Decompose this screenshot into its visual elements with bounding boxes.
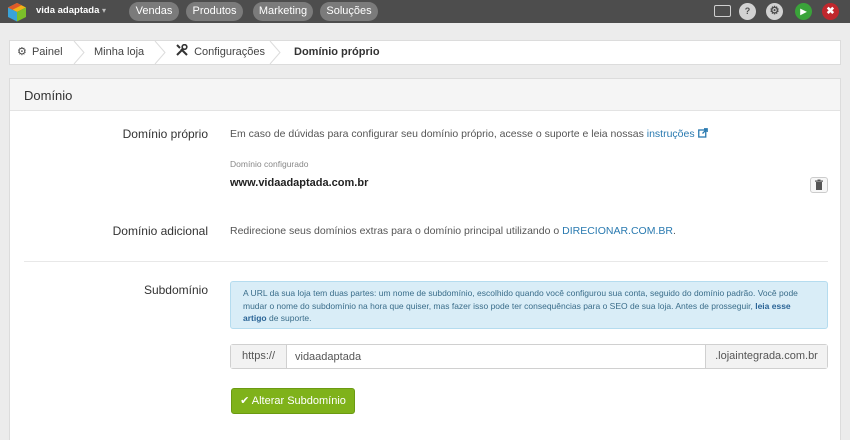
play-icon[interactable]: ▶ [795, 3, 812, 20]
domain-panel: Domínio Domínio próprio Em caso de dúvid… [9, 78, 841, 440]
check-icon: ✔ [240, 395, 250, 407]
alert-suffix: de suporte. [266, 313, 312, 323]
domain-suffix: .lojaintegrada.com.br [705, 345, 827, 368]
tools-icon [176, 43, 188, 56]
breadcrumb-dominio-proprio: Domínio próprio [294, 46, 380, 58]
panel-header: Domínio [10, 79, 840, 111]
button-label: Alterar Subdomínio [251, 395, 346, 407]
external-link-icon[interactable] [697, 128, 708, 138]
store-name[interactable]: vida adaptada [36, 5, 99, 16]
dominio-proprio-text: Em caso de dúvidas para configurar seu d… [230, 128, 708, 140]
subdomain-input-group: https:// .lojaintegrada.com.br [230, 344, 828, 369]
chevron-down-icon[interactable]: ▾ [102, 6, 106, 15]
section-divider [24, 261, 828, 262]
gear-icon[interactable]: ⚙ [766, 3, 783, 20]
breadcrumb-label: Painel [31, 46, 63, 58]
dominio-proprio-description: Em caso de dúvidas para configurar seu d… [230, 128, 647, 140]
breadcrumb-separator [72, 41, 86, 64]
subdomain-input[interactable] [295, 348, 695, 365]
dominio-adicional-suffix: . [672, 225, 676, 237]
subdomain-info-alert: A URL da sua loja tem duas partes: um no… [230, 281, 828, 329]
breadcrumb-painel[interactable]: ⚙ Painel [17, 41, 63, 64]
top-bar: vida adaptada ▾ Vendas Produtos Marketin… [0, 0, 850, 23]
help-icon[interactable]: ? [739, 3, 756, 20]
breadcrumb-configuracoes[interactable]: Configurações [176, 41, 265, 64]
gear-icon: ⚙ [17, 46, 27, 58]
nav-solucoes[interactable]: Soluções [320, 2, 378, 21]
trash-icon [815, 179, 823, 190]
dominio-adicional-description: Redirecione seus domínios extras para o … [230, 225, 563, 237]
dominio-adicional-text: Redirecione seus domínios extras para o … [230, 225, 676, 237]
configured-domain-value: www.vidaadaptada.com.br [230, 177, 369, 189]
breadcrumb-label: Configurações [194, 46, 265, 58]
nav-marketing[interactable]: Marketing [253, 2, 313, 21]
alert-text: A URL da sua loja tem duas partes: um no… [243, 288, 798, 311]
close-icon[interactable]: ✖ [822, 3, 839, 20]
breadcrumb-minha-loja[interactable]: Minha loja [94, 41, 144, 64]
direcionar-link[interactable]: DIRECIONAR.COM.BR [562, 225, 673, 237]
breadcrumb: ⚙ Painel Minha loja Configurações Domíni… [9, 40, 841, 65]
nav-vendas[interactable]: Vendas [129, 2, 179, 21]
instrucoes-link[interactable]: instruções [647, 128, 695, 140]
dominio-proprio-label: Domínio próprio [122, 127, 208, 141]
configured-domain-label: Domínio configurado [230, 159, 309, 169]
protocol-prefix: https:// [231, 345, 287, 368]
logo-icon[interactable] [7, 2, 27, 22]
breadcrumb-separator [268, 41, 282, 64]
subdominio-label: Subdomínio [143, 283, 208, 297]
monitor-icon[interactable] [714, 5, 731, 17]
breadcrumb-separator [153, 41, 167, 64]
panel-title: Domínio [24, 88, 73, 103]
dominio-adicional-label: Domínio adicional [112, 224, 208, 238]
delete-domain-button[interactable] [810, 177, 828, 193]
nav-produtos[interactable]: Produtos [186, 2, 243, 21]
change-subdomain-button[interactable]: ✔ Alterar Subdomínio [231, 388, 355, 414]
